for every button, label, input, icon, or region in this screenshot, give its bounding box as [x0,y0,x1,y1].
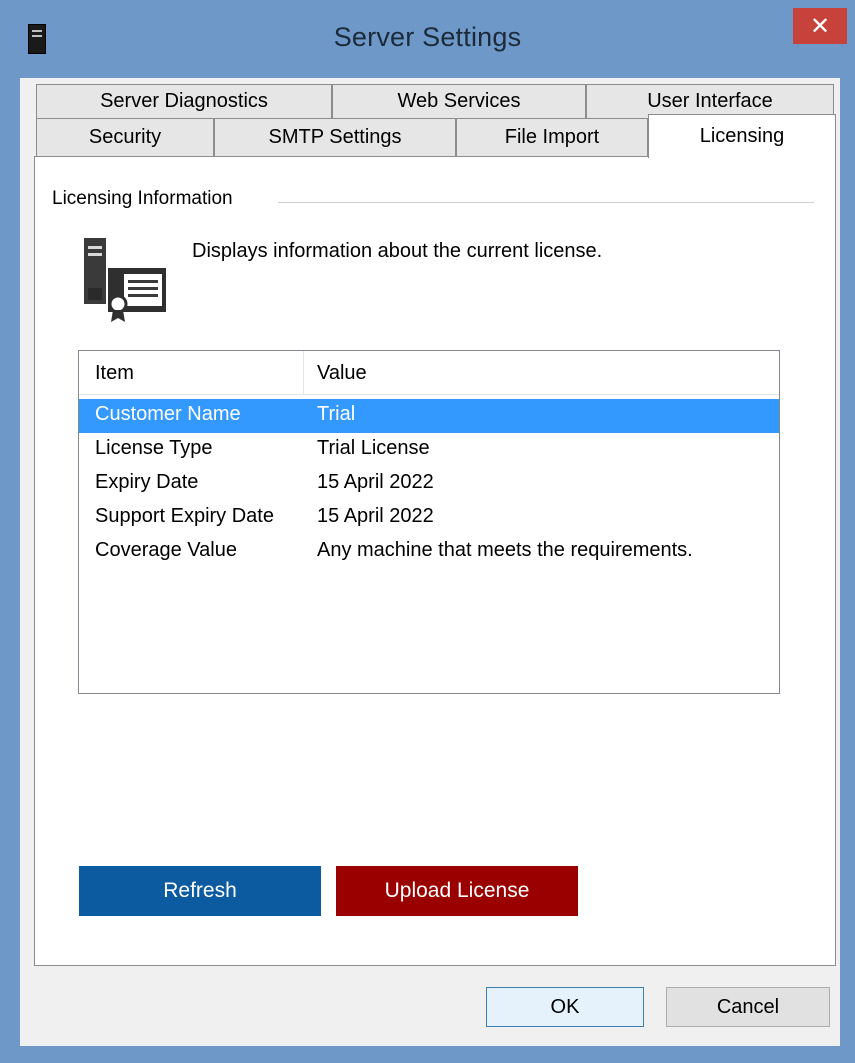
row-item: Customer Name [95,403,241,425]
tab-user-interface[interactable]: User Interface [586,84,834,118]
license-certificate-icon [82,238,172,324]
row-item: Expiry Date [95,471,199,493]
group-label: Licensing Information [52,188,233,210]
tab-file-import[interactable]: File Import [456,118,648,156]
row-value: 15 April 2022 [317,505,434,527]
table-row[interactable]: Expiry Date 15 April 2022 [79,467,779,501]
group-divider [278,202,814,203]
table-row[interactable]: Coverage Value Any machine that meets th… [79,535,779,569]
row-item: Coverage Value [95,539,237,561]
tab-smtp-settings[interactable]: SMTP Settings [214,118,456,156]
dialog-client-area: Server Diagnostics Web Services User Int… [20,78,840,1046]
license-info-table[interactable]: Item Value Customer Name Trial License T… [78,350,780,694]
ok-button[interactable]: OK [486,987,644,1027]
tab-licensing[interactable]: Licensing [648,114,836,158]
column-header-item[interactable]: Item [79,351,303,395]
license-description: Displays information about the current l… [192,240,603,262]
server-settings-window: Server Settings ✕ Server Diagnostics Web… [0,0,855,1063]
table-row[interactable]: License Type Trial License [79,433,779,467]
column-header-value[interactable]: Value [301,351,775,395]
table-row[interactable]: Customer Name Trial [79,399,779,433]
row-value: Trial [317,403,356,425]
table-header: Item Value [79,351,779,395]
row-item: Support Expiry Date [95,505,274,527]
tab-security[interactable]: Security [36,118,214,156]
close-button[interactable]: ✕ [793,8,847,44]
table-row[interactable]: Support Expiry Date 15 April 2022 [79,501,779,535]
tab-server-diagnostics[interactable]: Server Diagnostics [36,84,332,118]
row-value: 15 April 2022 [317,471,434,493]
row-value: Trial License [317,437,430,459]
title-bar[interactable]: Server Settings ✕ [0,0,855,78]
cancel-button[interactable]: Cancel [666,987,830,1027]
window-title: Server Settings [333,22,522,52]
row-item: License Type [95,437,213,459]
upload-license-button[interactable]: Upload License [336,866,578,916]
row-value: Any machine that meets the requirements. [317,539,693,561]
refresh-button[interactable]: Refresh [79,866,321,916]
tab-web-services[interactable]: Web Services [332,84,586,118]
